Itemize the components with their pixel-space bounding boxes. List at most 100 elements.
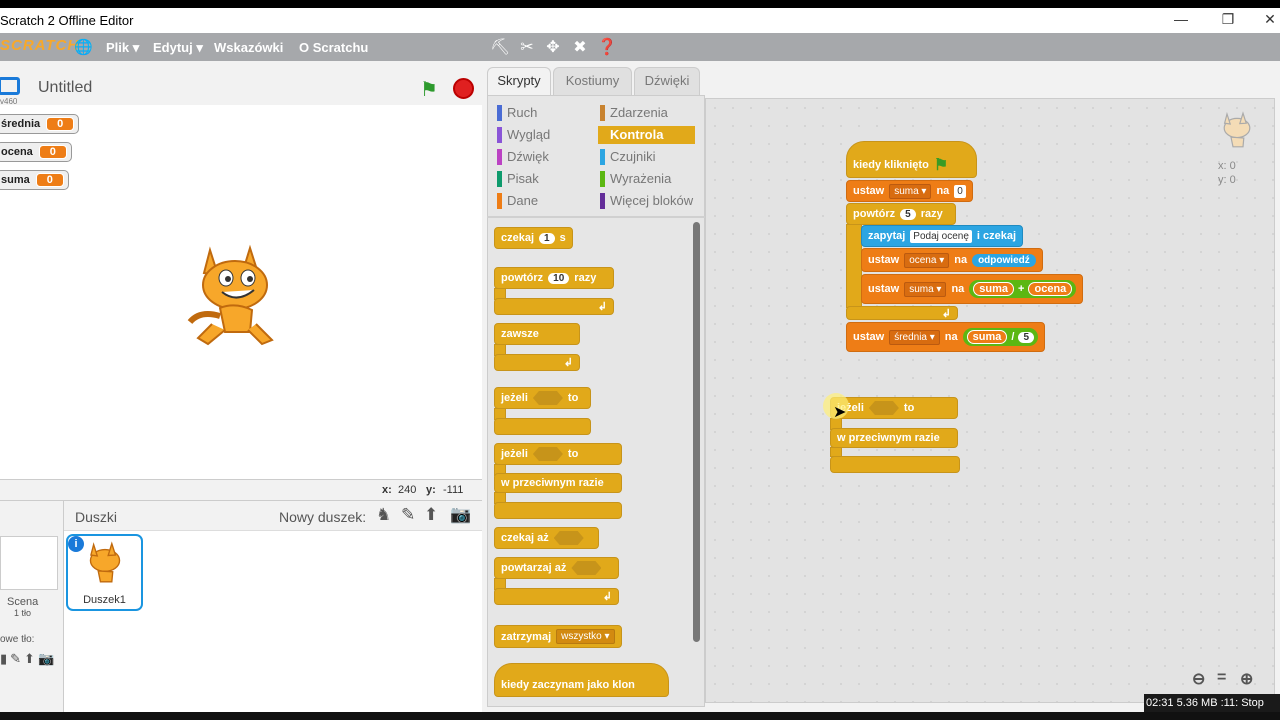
- add-operator[interactable]: suma + ocena: [969, 280, 1077, 298]
- category-motion[interactable]: Ruch: [495, 104, 590, 122]
- menu-file[interactable]: Plik ▾: [106, 40, 139, 56]
- tab-costumes[interactable]: Kostiumy: [553, 67, 632, 95]
- variable-name: średnia: [1, 118, 41, 130]
- minimize-button[interactable]: —: [1170, 11, 1192, 27]
- variable-name: suma: [1, 174, 30, 186]
- when-flag-clicked-block[interactable]: kiedy kliknięto ⚑: [846, 141, 977, 178]
- variable-monitor-suma[interactable]: suma 0: [0, 170, 69, 190]
- sprite-x: x: 0: [1218, 160, 1236, 172]
- forever-block[interactable]: zawsze: [494, 323, 580, 345]
- dragged-else-label: w przeciwnym razie: [830, 428, 958, 448]
- stage-thumbnail[interactable]: [0, 536, 58, 590]
- repeat-5-block[interactable]: powtórz 5 razy: [846, 203, 956, 225]
- stop-block[interactable]: zatrzymaj wszystko ▾: [494, 625, 622, 648]
- upload-sprite-icon[interactable]: ⬆: [424, 505, 438, 525]
- script-area[interactable]: [705, 98, 1275, 703]
- repeat-5-bottom: ↲: [846, 306, 958, 320]
- zoom-out-icon[interactable]: ⊖: [1192, 669, 1205, 689]
- presentation-mode-icon[interactable]: [0, 77, 20, 95]
- current-sprite-icon: [1223, 111, 1251, 148]
- if-bottom: [494, 418, 591, 435]
- set-ocena-block[interactable]: ustaw ocena ▾ na odpowiedź: [861, 248, 1043, 272]
- palette-scrollbar[interactable]: [693, 222, 700, 642]
- zoom-in-icon[interactable]: ⊕: [1240, 669, 1253, 689]
- stop-dropdown[interactable]: wszystko ▾: [556, 629, 615, 644]
- category-sensing[interactable]: Czujniki: [598, 148, 693, 166]
- repeat-bottom: ↲: [494, 298, 614, 315]
- grow-icon[interactable]: ✥: [543, 37, 563, 57]
- mouse-cursor-icon: ➤: [833, 404, 847, 421]
- stage-column: Scena 1 tło owe tło: ▮✎⬆📷: [0, 501, 64, 713]
- sprite-thumbnail: [89, 541, 121, 583]
- sprite-pane: Scena 1 tło owe tło: ▮✎⬆📷 Duszki Nowy du…: [0, 500, 482, 713]
- recorder-overlay: 02:31 5.36 MB :11: Stop: [1144, 694, 1280, 712]
- camera-icon[interactable]: 📷: [450, 505, 471, 525]
- category-more-blocks[interactable]: Więcej bloków: [598, 192, 698, 210]
- project-title[interactable]: Untitled: [38, 79, 92, 97]
- category-events[interactable]: Zdarzenia: [598, 104, 693, 122]
- scratch-logo[interactable]: SCRATCH: [0, 37, 79, 54]
- tab-sounds[interactable]: Dźwięki: [634, 67, 700, 95]
- zoom-reset-icon[interactable]: =: [1217, 669, 1226, 687]
- if-else-bottom: [494, 502, 622, 519]
- category-data[interactable]: Dane: [495, 192, 590, 210]
- paint-sprite-icon[interactable]: ✎: [401, 505, 415, 525]
- sprites-title: Duszki: [75, 509, 118, 525]
- close-button[interactable]: ✕: [1259, 11, 1280, 28]
- set-srednia-block[interactable]: ustaw średnia ▾ na suma/5: [846, 322, 1046, 352]
- sprite-tile[interactable]: i Duszek1: [66, 534, 143, 611]
- category-control[interactable]: Kontrola: [598, 126, 695, 144]
- set-suma-block[interactable]: ustaw suma ▾ na 0: [846, 180, 973, 202]
- stop-icon[interactable]: [453, 78, 474, 99]
- dragged-if-else-block[interactable]: jeżeli to: [830, 397, 958, 419]
- variable-value: 0: [35, 173, 64, 187]
- tab-scripts[interactable]: Skrypty: [487, 67, 551, 95]
- if-block[interactable]: jeżeli to: [494, 387, 591, 409]
- new-backdrop-label: owe tło:: [0, 634, 35, 645]
- when-clone-block[interactable]: kiedy zaczynam jako klon: [494, 663, 669, 697]
- stage[interactable]: średnia 0 ocena 0 suma 0: [0, 105, 482, 480]
- wait-block[interactable]: czekaj 1 s: [494, 227, 573, 249]
- menu-tips[interactable]: Wskazówki: [214, 40, 283, 55]
- new-sprite-label: Nowy duszek:: [279, 509, 367, 525]
- category-operators[interactable]: Wyrażenia: [598, 170, 693, 188]
- help-icon[interactable]: ❓: [597, 37, 617, 57]
- menu-bar: SCRATCH 🌐 Plik ▾ Edytuj ▾ Wskazówki O Sc…: [0, 33, 1280, 61]
- window-title: Scratch 2 Offline Editor: [0, 13, 134, 28]
- repeat-block[interactable]: powtórz 10 razy: [494, 267, 614, 289]
- variable-monitor-srednia[interactable]: średnia 0: [0, 114, 80, 134]
- variable-monitor-ocena[interactable]: ocena 0: [0, 142, 72, 162]
- stage-coordinates: x: 240 y: -111: [382, 484, 464, 496]
- wait-until-block[interactable]: czekaj aż: [494, 527, 599, 549]
- repeat-until-block[interactable]: powtarzaj aż: [494, 557, 619, 579]
- category-looks[interactable]: Wygląd: [495, 126, 590, 144]
- menu-edit[interactable]: Edytuj ▾: [153, 40, 203, 56]
- variable-value: 0: [38, 145, 67, 159]
- menu-about[interactable]: O Scratchu: [299, 40, 368, 55]
- category-pen[interactable]: Pisak: [495, 170, 590, 188]
- category-sound[interactable]: Dźwięk: [495, 148, 590, 166]
- if-else-block[interactable]: jeżeli to: [494, 443, 622, 465]
- duplicate-icon[interactable]: ⛏: [490, 37, 510, 57]
- green-flag-icon[interactable]: ⚑: [420, 77, 438, 102]
- cut-icon[interactable]: ✂: [517, 37, 537, 57]
- repeat-until-bottom: ↲: [494, 588, 619, 605]
- ask-block[interactable]: zapytaj Podaj ocenę i czekaj: [861, 225, 1024, 247]
- variable-value: 0: [46, 117, 75, 131]
- set-suma-sum-block[interactable]: ustaw suma ▾ na suma + ocena: [861, 274, 1084, 304]
- flag-icon: ⚑: [933, 156, 949, 174]
- shrink-icon[interactable]: ✖: [570, 37, 590, 57]
- backdrop-tools[interactable]: ▮✎⬆📷: [0, 651, 57, 667]
- restore-button[interactable]: ❐: [1217, 11, 1239, 28]
- cat-sprite[interactable]: [180, 240, 290, 350]
- sprite-xy: x: 0 y: 0: [1218, 159, 1236, 187]
- variable-name: ocena: [1, 146, 33, 158]
- title-bar: Scratch 2 Offline Editor — ❐ ✕: [0, 8, 1280, 33]
- sprite-library-icon[interactable]: ♞: [376, 505, 391, 525]
- forever-bottom: ↲: [494, 354, 580, 371]
- language-globe-icon[interactable]: 🌐: [74, 38, 93, 56]
- stage-backdrop-count: 1 tło: [14, 608, 32, 618]
- else-label-block: w przeciwnym razie: [494, 473, 622, 493]
- divide-operator[interactable]: suma/5: [962, 328, 1039, 346]
- palette-divider: [487, 216, 705, 218]
